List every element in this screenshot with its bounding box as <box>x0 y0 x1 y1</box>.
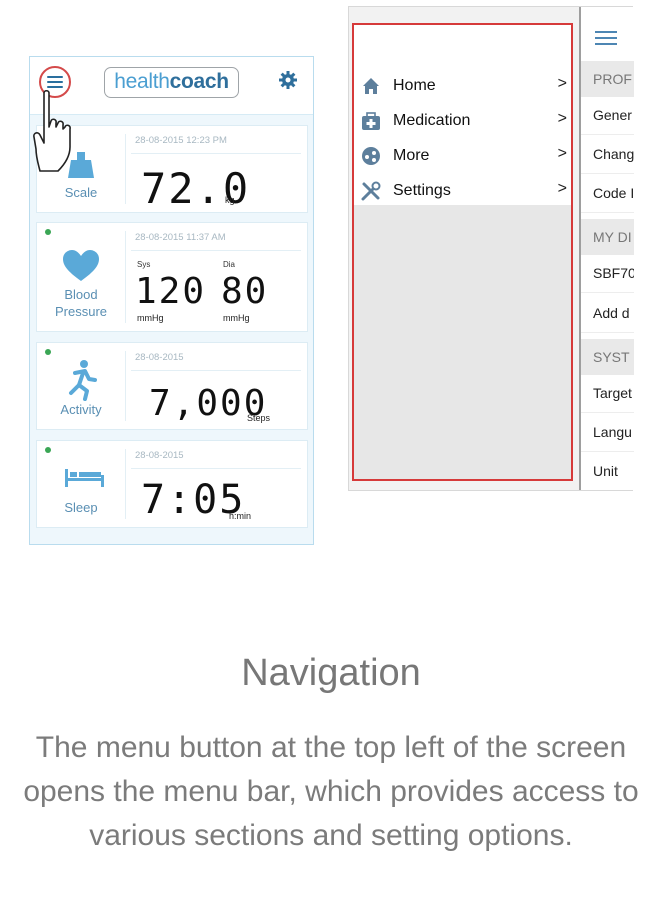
chevron-right-icon: > <box>557 145 567 162</box>
menu-item-settings[interactable]: Settings > <box>354 172 571 206</box>
gear-icon[interactable] <box>278 70 298 90</box>
blood-pressure-label-1: Blood <box>64 287 98 302</box>
sys-label: Sys <box>137 260 151 269</box>
menu-item-medication[interactable]: Medication > <box>354 102 571 136</box>
dia-unit: mmHg <box>223 313 250 323</box>
date-underline <box>131 370 301 371</box>
dia-value: 80 <box>221 271 269 312</box>
scale-date: 28-08-2015 12:23 PM <box>135 135 227 146</box>
caption-text: The menu button at the top left of the s… <box>23 731 639 852</box>
scale-unit: kg <box>225 195 235 205</box>
menu-item-more[interactable]: More > <box>354 137 571 171</box>
date-underline <box>131 468 301 469</box>
settings-item-device[interactable]: SBF70 <box>581 254 634 293</box>
bp-date: 28-08-2015 11:37 AM <box>135 232 226 243</box>
caption-title: Navigation <box>241 652 421 694</box>
menu-label-more: More <box>393 147 430 164</box>
menu-item-home[interactable]: Home > <box>354 67 571 101</box>
scale-label: Scale <box>64 185 98 200</box>
chevron-right-icon: > <box>557 75 567 92</box>
pointing-hand-icon <box>33 89 71 172</box>
section-header-my-devices: MY DI <box>581 219 634 255</box>
chevron-right-icon: > <box>557 110 567 127</box>
sleep-label: Sleep <box>64 500 98 515</box>
settings-item-language[interactable]: Langu <box>581 413 634 452</box>
menu-screen: Home > Medication > More > Settings > PR… <box>348 6 634 491</box>
card-divider <box>125 134 126 204</box>
section-header-system: SYST <box>581 339 634 375</box>
menu-label-home: Home <box>393 77 436 94</box>
dashboard-screen: healthcoach Scale 28-08-2015 12:23 PM 72… <box>29 56 314 545</box>
menu-label-settings: Settings <box>393 182 451 199</box>
date-underline <box>131 153 301 154</box>
navigation-drawer: Home > Medication > More > Settings > <box>352 23 573 481</box>
activity-unit: Steps <box>247 413 271 423</box>
sys-value: 120 <box>135 271 207 312</box>
hamburger-bar <box>47 81 63 83</box>
sys-unit: mmHg <box>137 313 164 323</box>
activity-card[interactable]: Activity 28-08-2015 7,000 Steps <box>36 342 308 430</box>
settings-item-target[interactable]: Target <box>581 374 634 413</box>
card-divider <box>125 449 126 519</box>
sleep-date: 28-08-2015 <box>135 450 184 461</box>
date-underline <box>131 250 301 251</box>
section-header-profile: PROF <box>581 61 634 97</box>
logo-text-coach: coach <box>169 70 230 93</box>
settings-panel: PROF Gener Chang Code I MY DI SBF70 Add … <box>579 7 634 490</box>
settings-item-general[interactable]: Gener <box>581 96 634 135</box>
logo-text-health: health <box>114 70 170 93</box>
settings-icon <box>361 181 381 201</box>
card-divider <box>125 231 126 323</box>
hamburger-icon[interactable] <box>595 29 617 47</box>
scale-value: 72.0 <box>141 164 251 213</box>
more-icon <box>362 147 380 165</box>
blood-pressure-card[interactable]: Blood Pressure 28-08-2015 11:37 AM Sys D… <box>36 222 308 332</box>
medication-icon <box>362 112 380 130</box>
menu-label-medication: Medication <box>393 112 471 129</box>
blood-pressure-label-2: Pressure <box>54 304 108 319</box>
settings-item-add-device[interactable]: Add d <box>581 294 634 333</box>
settings-item-change[interactable]: Chang <box>581 135 634 174</box>
card-divider <box>125 351 126 421</box>
settings-item-unit[interactable]: Unit <box>581 452 634 490</box>
dia-label: Dia <box>223 260 236 269</box>
sleep-unit: h:min <box>229 511 252 521</box>
activity-date: 28-08-2015 <box>135 352 184 363</box>
sleep-card[interactable]: Sleep 28-08-2015 7:05 h:min <box>36 440 308 528</box>
settings-item-code[interactable]: Code I <box>581 174 634 213</box>
healthcoach-logo: healthcoach <box>104 67 239 98</box>
chevron-right-icon: > <box>557 180 567 197</box>
home-icon <box>363 78 379 94</box>
activity-label: Activity <box>60 402 102 417</box>
hamburger-bar <box>47 76 63 78</box>
